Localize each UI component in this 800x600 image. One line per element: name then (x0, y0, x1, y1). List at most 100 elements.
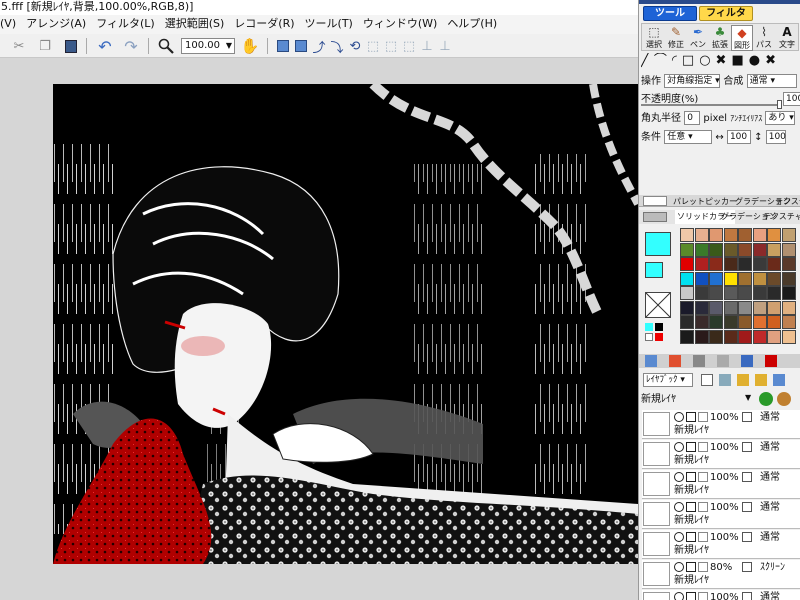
palette-swatch[interactable] (767, 228, 781, 242)
palette-swatch[interactable] (752, 257, 767, 271)
layers-icon[interactable] (645, 355, 657, 367)
op-select[interactable]: 対角線指定 ▾ (664, 74, 721, 88)
palette-swatch[interactable] (680, 271, 694, 286)
clip-icon[interactable] (698, 592, 708, 600)
layer-checkbox[interactable] (742, 502, 752, 512)
palette-swatch[interactable] (694, 329, 709, 344)
palette-swatch[interactable] (694, 300, 709, 315)
arc-icon[interactable]: ◜ (672, 53, 682, 68)
palette-swatch[interactable] (723, 315, 738, 329)
palette-swatch[interactable] (694, 228, 709, 242)
folder-icon[interactable] (737, 374, 749, 386)
tool-select[interactable]: ⬚ 選択 (643, 25, 665, 51)
layer-row[interactable]: 100% 通常 新規ﾚｲﾔ (642, 470, 800, 499)
duplicate-layer-icon[interactable] (719, 374, 731, 386)
palette-swatch[interactable] (723, 300, 738, 315)
layer-row[interactable]: 100% 通常 新規ﾚｲﾔ (642, 500, 800, 529)
radius-input[interactable]: 0 (684, 111, 701, 125)
palette-swatch[interactable] (767, 257, 781, 271)
mini-swatch[interactable] (645, 323, 653, 331)
line-icon[interactable]: ╱ (641, 53, 654, 68)
layer-row[interactable]: 100% 通常 (642, 590, 800, 600)
eye-icon[interactable] (674, 502, 684, 512)
menu-selection[interactable]: 選択範囲(S) (160, 15, 230, 33)
clip-icon[interactable] (698, 502, 708, 512)
palette-swatch[interactable] (738, 271, 752, 286)
palette-swatch[interactable] (680, 242, 694, 257)
palette-swatch[interactable] (781, 257, 796, 271)
palette-swatch[interactable] (767, 315, 781, 329)
arrange-icon[interactable] (274, 37, 292, 55)
layerbook-select[interactable]: ﾚｲﾔﾌﾞｯｸ ▾ (643, 373, 693, 387)
layer-checkbox[interactable] (742, 442, 752, 452)
palette-swatch[interactable] (680, 228, 694, 242)
hand-icon[interactable]: ✋ (241, 37, 260, 55)
cross-shape-icon[interactable]: ✖ (716, 53, 732, 68)
palette-swatch[interactable] (709, 315, 723, 329)
menu-view[interactable]: (V) (0, 15, 21, 33)
eye-icon[interactable] (674, 562, 684, 572)
palette-swatch[interactable] (709, 257, 723, 271)
eye-icon[interactable] (674, 442, 684, 452)
opacity-slider-thumb[interactable] (777, 100, 782, 109)
palette-swatch[interactable] (752, 315, 767, 329)
lock-icon[interactable] (686, 502, 696, 512)
lock-icon[interactable] (686, 442, 696, 452)
menu-tool[interactable]: ツール(T) (300, 15, 358, 33)
palette-swatch[interactable] (723, 271, 738, 286)
palette-swatch[interactable] (709, 286, 723, 300)
align-icon[interactable]: ⬚ (364, 37, 382, 55)
layer-checkbox[interactable] (742, 472, 752, 482)
layer-checkbox[interactable] (742, 412, 752, 422)
opacity-input[interactable]: 100 (783, 92, 800, 106)
palette-swatch[interactable] (781, 228, 796, 242)
palette-swatch[interactable] (752, 242, 767, 257)
paste-icon[interactable] (62, 37, 80, 55)
open-folder-icon[interactable] (755, 374, 767, 386)
clip-icon[interactable] (698, 442, 708, 452)
palette-swatch[interactable] (752, 300, 767, 315)
layer-props-icon[interactable] (773, 374, 785, 386)
arrange-icon[interactable]: ⤵ (328, 37, 346, 56)
fill-rect-icon[interactable]: ■ (731, 53, 748, 68)
lock-icon[interactable] (686, 532, 696, 542)
palette-swatch[interactable] (709, 242, 723, 257)
x-icon[interactable]: ✖ (765, 53, 781, 68)
palette-swatch[interactable] (709, 329, 723, 344)
rectangle-icon[interactable]: □ (682, 53, 699, 68)
palette-swatch[interactable] (709, 300, 723, 315)
palette-swatch[interactable] (723, 242, 738, 257)
palette-swatch[interactable] (781, 286, 796, 300)
palette-icon[interactable] (643, 212, 667, 222)
tab-filter[interactable]: フィルタ (699, 6, 753, 21)
palette-swatch[interactable] (680, 300, 694, 315)
palette-swatch[interactable] (680, 315, 694, 329)
palette-swatch[interactable] (680, 286, 694, 300)
aa-select[interactable]: あり ▾ (765, 111, 796, 125)
tab-texture[interactable]: テクスチャ (775, 195, 800, 209)
color-mode-icon[interactable] (643, 196, 667, 206)
palette-swatch[interactable] (723, 257, 738, 271)
palette-swatch[interactable] (709, 271, 723, 286)
history-icon[interactable] (693, 355, 705, 367)
palette-swatch[interactable] (738, 286, 752, 300)
palette-swatch[interactable] (723, 228, 738, 242)
lock-icon[interactable] (686, 592, 696, 600)
zoom-icon[interactable] (157, 37, 175, 55)
palette-swatch[interactable] (738, 257, 752, 271)
tab-palette[interactable]: パレット (673, 195, 705, 209)
palette-swatch[interactable] (752, 329, 767, 344)
palette-swatch[interactable] (694, 257, 709, 271)
lock-icon[interactable] (686, 412, 696, 422)
clip-icon[interactable] (698, 472, 708, 482)
chevron-down-icon[interactable]: ▼ (745, 393, 751, 402)
menu-arrange[interactable]: アレンジ(A) (21, 15, 91, 33)
palette-swatch[interactable] (738, 329, 752, 344)
palette-swatch[interactable] (738, 315, 752, 329)
undo-icon[interactable]: ↶ (96, 37, 114, 56)
apply-icon[interactable] (777, 392, 791, 406)
palette-swatch[interactable] (693, 270, 710, 287)
eye-icon[interactable] (674, 412, 684, 422)
eye-icon[interactable] (674, 532, 684, 542)
layer-row[interactable]: 80% ｽｸﾘｰﾝ 新規ﾚｲﾔ (642, 560, 800, 589)
